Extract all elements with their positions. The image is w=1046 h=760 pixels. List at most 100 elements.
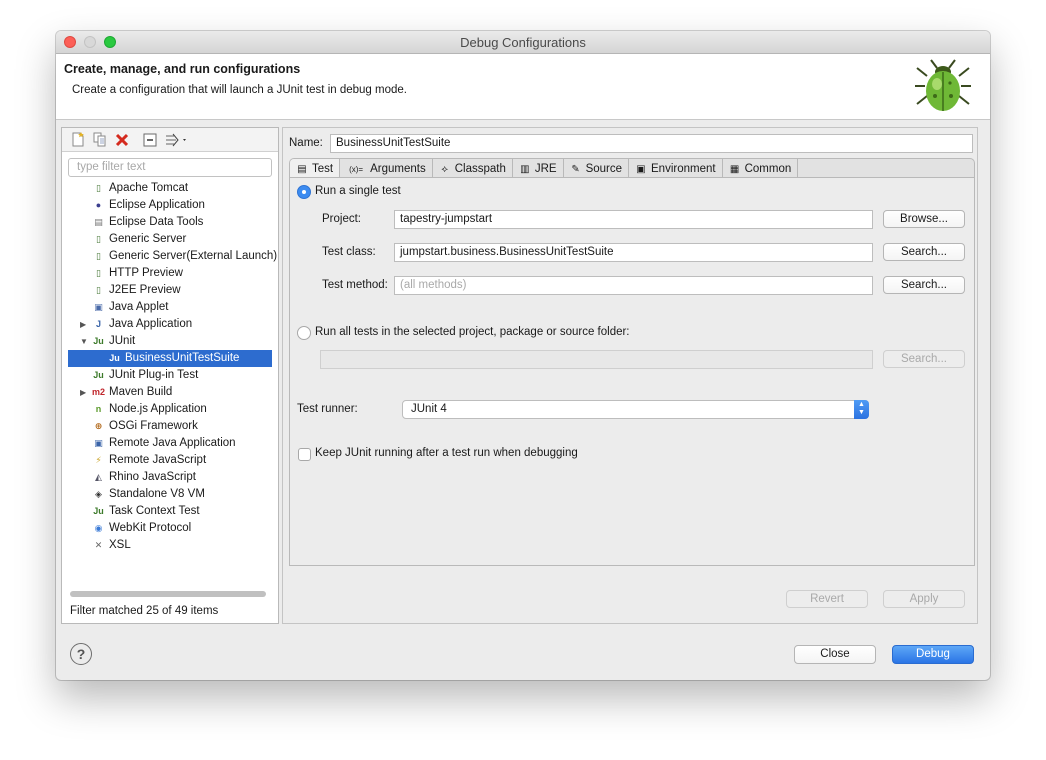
applet-icon: ▣ [94, 302, 103, 312]
tree-item[interactable]: ▣ Remote Java Application [62, 435, 278, 452]
filter-menu-icon[interactable] [164, 132, 190, 148]
window-title: Debug Configurations [460, 35, 586, 50]
tree-item[interactable]: ▣ Java Applet [62, 299, 278, 316]
close-button[interactable]: Close [794, 645, 876, 664]
tree-item[interactable]: ◈ Standalone V8 VM [62, 486, 278, 503]
project-field[interactable]: tapestry-jumpstart [394, 210, 873, 229]
tree-item-label: Eclipse Application [109, 199, 205, 211]
xsl-icon: ✕ [94, 540, 103, 550]
tree-item[interactable]: ◉ WebKit Protocol [62, 520, 278, 537]
name-input[interactable]: BusinessUnitTestSuite [330, 134, 973, 153]
tab-label: JRE [534, 163, 557, 175]
config-list-panel: type filter text ▯ Apache Tomcat ● Eclipse … [61, 127, 279, 624]
help-icon[interactable]: ? [70, 643, 92, 665]
test-runner-label: Test runner: [297, 403, 358, 415]
tree-item[interactable]: ▯ Generic Server [62, 231, 278, 248]
tree-item[interactable]: ⊕ OSGi Framework [62, 418, 278, 435]
java-app-icon: J [95, 319, 101, 329]
tab-jre[interactable]: ▥ JRE [513, 159, 564, 178]
filter-status: Filter matched 25 of 49 items [70, 605, 219, 617]
search-class-button[interactable]: Search... [883, 243, 965, 261]
zoom-window-button[interactable] [104, 36, 116, 48]
remote-java-icon: ▣ [94, 438, 103, 448]
junit-icon: Ju [109, 353, 120, 363]
single-test-radio[interactable] [297, 185, 311, 199]
window-controls [64, 36, 116, 48]
tab-label: Classpath [454, 163, 506, 175]
eclipse-icon: ● [95, 200, 102, 210]
arguments-tab-icon: (x)= [349, 164, 364, 174]
tab-test[interactable]: ▤ Test [290, 159, 341, 178]
tree-item[interactable]: Ju JUnit Plug-in Test [62, 367, 278, 384]
osgi-icon: ⊕ [94, 421, 103, 431]
tab-classpath[interactable]: ⟡ Classpath [433, 159, 513, 178]
tab-label: Environment [651, 163, 716, 175]
project-label: Project: [322, 213, 361, 225]
database-icon: ▤ [94, 217, 103, 227]
tab-source[interactable]: ✎ Source [564, 159, 630, 178]
tree-item-label: Generic Server [109, 233, 187, 245]
tree-item[interactable]: ▯ Apache Tomcat [62, 180, 278, 197]
tree-item[interactable]: Ju Task Context Test [62, 503, 278, 520]
title-bar: Debug Configurations [56, 31, 990, 54]
tree-item-label: Standalone V8 VM [109, 488, 205, 500]
tree-item-label: Node.js Application [109, 403, 207, 415]
disclosure-collapsed-icon[interactable]: ▶ [80, 384, 86, 401]
duplicate-icon[interactable] [92, 132, 108, 148]
test-runner-value: JUnit 4 [411, 403, 447, 415]
banner-subtitle: Create a configuration that will launch … [72, 84, 407, 96]
tree-item[interactable]: ▶ m2 Maven Build [62, 384, 278, 401]
tree-item[interactable]: ▯ Generic Server(External Launch) [62, 248, 278, 265]
tree-item-label: OSGi Framework [109, 420, 198, 432]
new-config-icon[interactable] [70, 132, 86, 148]
source-tab-icon: ✎ [571, 163, 580, 175]
debug-button[interactable]: Debug [892, 645, 974, 664]
tab-common[interactable]: ▦ Common [723, 159, 799, 178]
test-runner-select[interactable]: JUnit 4 ▲ ▼ [402, 400, 869, 419]
tree-item[interactable]: ▯ J2EE Preview [62, 282, 278, 299]
test-method-label: Test method: [322, 279, 388, 291]
search-method-button[interactable]: Search... [883, 276, 965, 294]
minimize-window-button[interactable] [84, 36, 96, 48]
debug-bug-icon [915, 59, 971, 111]
test-class-field[interactable]: jumpstart.business.BusinessUnitTestSuite [394, 243, 873, 262]
tab-arguments[interactable]: (x)= Arguments [340, 159, 433, 178]
tree-item-label: Java Applet [109, 301, 169, 313]
tree-item-label: Maven Build [109, 386, 173, 398]
tree-item[interactable]: ◭ Rhino JavaScript [62, 469, 278, 486]
delete-icon[interactable] [114, 132, 130, 148]
collapse-all-icon[interactable] [142, 132, 158, 148]
tree-item[interactable]: Ju BusinessUnitTestSuite [68, 350, 272, 367]
browse-button[interactable]: Browse... [883, 210, 965, 228]
tree-item[interactable]: ▯ HTTP Preview [62, 265, 278, 282]
test-method-field[interactable]: (all methods) [394, 276, 873, 295]
tree-item-label: Java Application [109, 318, 193, 330]
tree-item[interactable]: n Node.js Application [62, 401, 278, 418]
server-icon: ▯ [96, 268, 101, 278]
config-editor-panel: Name: BusinessUnitTestSuite ▤ Test (x)= Arg… [282, 127, 978, 624]
keep-running-checkbox[interactable] [298, 448, 311, 461]
close-window-button[interactable] [64, 36, 76, 48]
disclosure-expanded-icon[interactable]: ▼ [80, 333, 88, 350]
tree-item[interactable]: ⚡ Remote JavaScript [62, 452, 278, 469]
tree-item[interactable]: ▶ J Java Application [62, 316, 278, 333]
filter-input[interactable]: type filter text [68, 158, 272, 177]
horizontal-scrollbar[interactable] [70, 591, 266, 597]
tree-item-label: Generic Server(External Launch) [109, 250, 278, 262]
banner-title: Create, manage, and run configurations [64, 62, 301, 76]
tree-item[interactable]: ▤ Eclipse Data Tools [62, 214, 278, 231]
all-tests-radio[interactable] [297, 326, 311, 340]
tree-item[interactable]: ✕ XSL [62, 537, 278, 554]
tab-environment[interactable]: ▣ Environment [629, 159, 723, 178]
server-icon: ▯ [96, 251, 101, 261]
jre-tab-icon: ▥ [520, 163, 530, 175]
disclosure-collapsed-icon[interactable]: ▶ [80, 316, 86, 333]
tree-item[interactable]: ● Eclipse Application [62, 197, 278, 214]
tab-label: Arguments [370, 163, 426, 175]
v8-icon: ◈ [95, 489, 102, 499]
server-icon: ▯ [96, 285, 101, 295]
config-tabs: ▤ Test (x)= Arguments ⟡ Classpath ▥ JRE ✎ Source ▣… [289, 158, 975, 178]
tree-item[interactable]: ▼ Ju JUnit [62, 333, 278, 350]
rhino-icon: ◭ [95, 472, 102, 482]
junit-icon: Ju [93, 336, 104, 346]
